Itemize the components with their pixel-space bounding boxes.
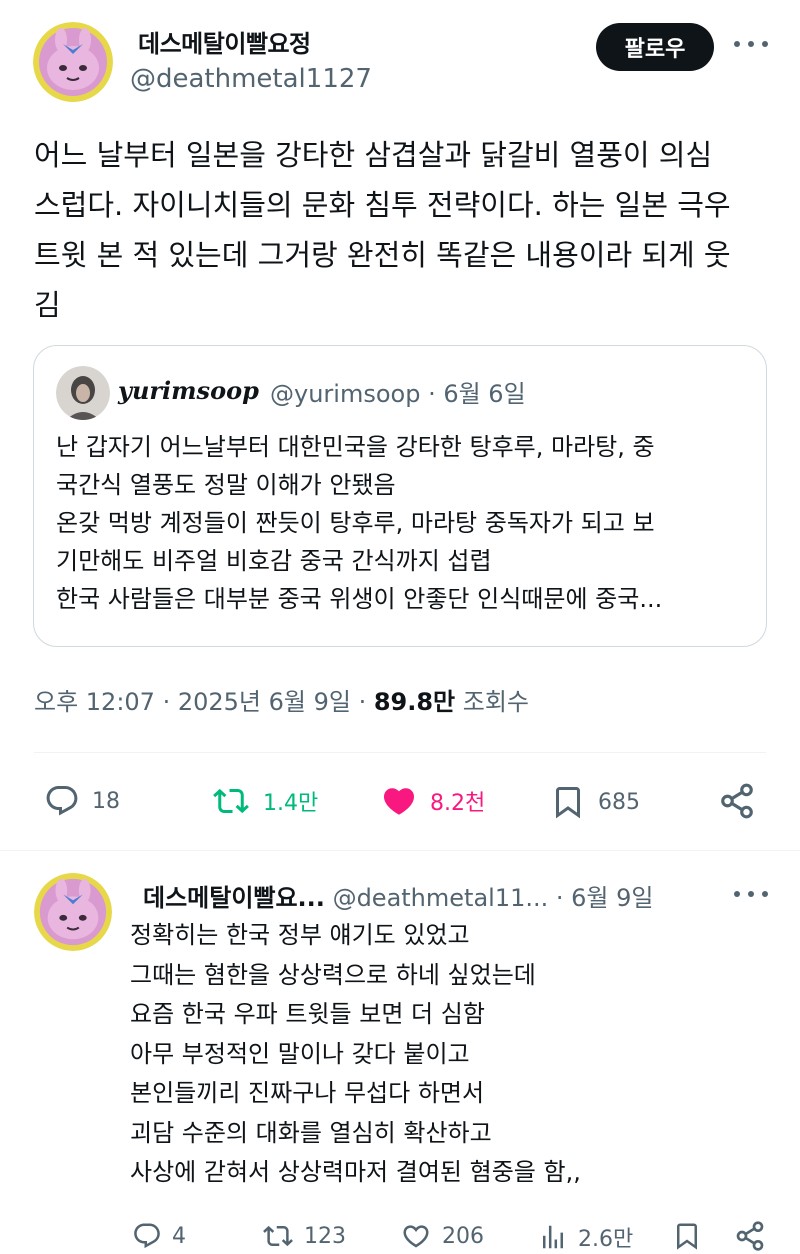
quoted-tweet-card[interactable]: yurimsoop @yurimsoop · 6월 6일 난 갑자기 어느날부터… (33, 345, 767, 647)
more-icon[interactable] (734, 34, 768, 54)
reply-author-name[interactable]: 데스메탈이빨요... (143, 884, 325, 912)
like-button[interactable]: 8.2천 (380, 783, 485, 819)
reply-views-count: 2.6만 (578, 1227, 634, 1252)
reply-like-count: 206 (442, 1223, 484, 1249)
quoted-author-meta: @yurimsoop · 6월 6일 (270, 380, 526, 408)
reply-icon (46, 786, 78, 816)
like-count: 8.2천 (430, 791, 486, 816)
quoted-text-line: 한국 사람들은 대부분 중국 위생이 안좋단 인식때문에 중국... (56, 585, 663, 613)
divider (0, 850, 800, 851)
reply-retweet-button[interactable]: 123 (262, 1221, 346, 1251)
tweet-timestamp: 오후 12:07 · 2025년 6월 9일 · 89.8만 조회수 (34, 682, 529, 717)
reply-text-line: 정확히는 한국 정부 얘기도 있었고 (130, 921, 470, 949)
quoted-tweet-text: 난 갑자기 어느날부터 대한민국을 강타한 탕후루, 마라탕, 중 국간식 열풍… (56, 428, 756, 618)
reply-header: 데스메탈이빨요... @deathmetal11... · 6월 9일 (143, 878, 653, 913)
author-display-name[interactable]: 데스메탈이빨요정 (138, 24, 311, 59)
reply-count: 18 (92, 788, 120, 814)
reply-text-line: 요즘 한국 우파 트윗들 보면 더 심함 (130, 1000, 485, 1028)
reply-button[interactable]: 18 (44, 783, 120, 819)
timestamp-text[interactable]: 오후 12:07 · 2025년 6월 9일 · (34, 688, 374, 716)
reply-views-button[interactable]: 2.6만 (538, 1221, 633, 1253)
retweet-button[interactable]: 1.4만 (211, 783, 318, 819)
reply-like-button[interactable]: 206 (400, 1221, 484, 1251)
reply-icon (134, 1223, 160, 1249)
reply-text-line: 아무 부정적인 말이나 갖다 붙이고 (130, 1039, 470, 1068)
like-icon (383, 788, 415, 815)
reply-retweet-count: 123 (304, 1223, 346, 1249)
follow-button[interactable]: 팔로우 (596, 23, 714, 71)
bookmark-icon (556, 787, 580, 819)
reply-reply-count: 4 (172, 1223, 186, 1249)
quoted-author-avatar (56, 366, 110, 420)
author-handle[interactable]: @deathmetal1127 (130, 64, 372, 94)
tweet-text-line: 김 (34, 288, 61, 322)
divider (34, 752, 766, 753)
share-icon (736, 1221, 764, 1251)
tweet-text-line: 스럽다. 자이니치들의 문화 침투 전략이다. 하는 일본 극우 (34, 188, 731, 222)
views-count: 89.8만 (373, 688, 456, 716)
tweet-text-line: 트윗 본 적 있는데 그거랑 완전히 똑같은 내용이라 되게 웃 (34, 238, 731, 272)
share-button[interactable] (718, 782, 756, 820)
tweet-text-line: 어느 날부터 일본을 강타한 삼겹살과 닭갈비 열풍이 의심 (34, 138, 713, 172)
reply-text: 정확히는 한국 정부 얘기도 있었고 그때는 혐한을 상상력으로 하네 싶었는데… (130, 916, 770, 1193)
tweet-text: 어느 날부터 일본을 강타한 삼겹살과 닭갈비 열풍이 의심 스럽다. 자이니치… (34, 130, 774, 330)
reply-bookmark-button[interactable] (672, 1220, 702, 1252)
quoted-text-line: 국간식 열풍도 정말 이해가 안됐음 (56, 471, 396, 499)
author-avatar[interactable] (33, 22, 113, 102)
bookmark-icon (677, 1223, 697, 1250)
reply-share-button[interactable] (734, 1220, 766, 1252)
reply-author-avatar[interactable] (34, 873, 112, 951)
views-label: 조회수 (455, 688, 530, 716)
retweet-icon (213, 788, 249, 814)
retweet-icon (263, 1225, 293, 1247)
views-icon (543, 1225, 563, 1249)
quoted-text-line: 기만해도 비주얼 비호감 중국 간식까지 섭렵 (56, 547, 492, 575)
more-icon[interactable] (734, 888, 768, 900)
share-icon (721, 783, 753, 819)
bookmark-count: 685 (598, 789, 640, 815)
quoted-author-name: yurimsoop (118, 376, 259, 405)
retweet-count: 1.4만 (263, 791, 319, 816)
reply-text-line: 사상에 갇혀서 상상력마저 결여된 혐중을 함,, (130, 1158, 581, 1186)
reply-text-line: 괴담 수준의 대화를 열심히 확산하고 (130, 1118, 492, 1147)
reply-text-line: 본인들끼리 진짜구나 무섭다 하면서 (130, 1079, 485, 1107)
like-icon (403, 1225, 429, 1248)
reply-text-line: 그때는 혐한을 상상력으로 하네 싶었는데 (130, 960, 536, 989)
bookmark-button[interactable]: 685 (550, 783, 640, 821)
reply-author-meta[interactable]: @deathmetal11... · 6월 9일 (333, 884, 654, 912)
reply-reply-button[interactable]: 4 (132, 1221, 186, 1251)
quoted-text-line: 온갖 먹방 계정들이 짠듯이 탕후루, 마라탕 중독자가 되고 보 (56, 509, 655, 537)
quoted-text-line: 난 갑자기 어느날부터 대한민국을 강타한 탕후루, 마라탕, 중 (56, 433, 655, 461)
